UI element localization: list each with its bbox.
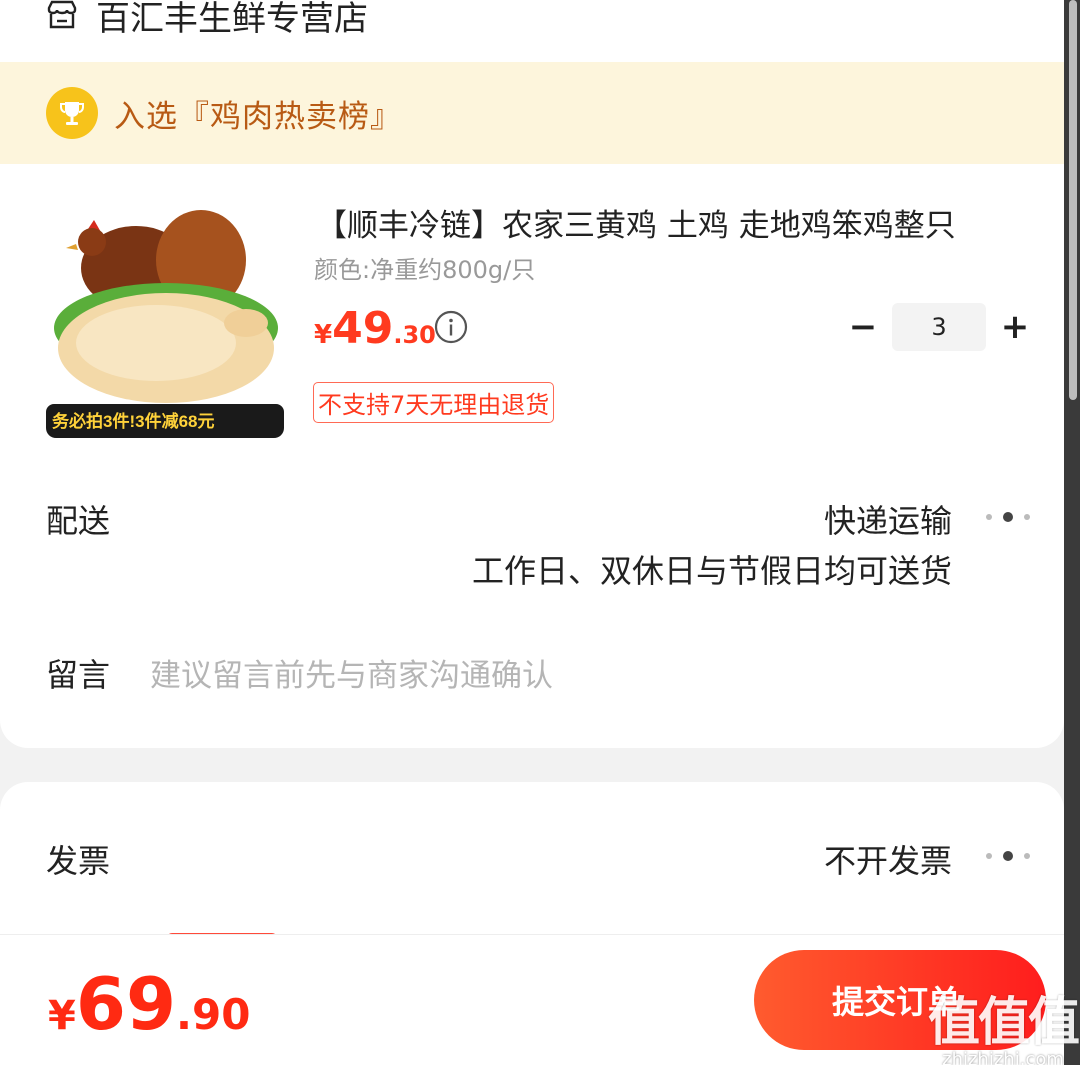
trophy-icon — [46, 87, 98, 139]
total-integer: 69 — [75, 962, 177, 1046]
store-icon — [47, 0, 77, 29]
store-name: 百汇丰生鲜专营店 — [96, 0, 368, 39]
quantity-plus-button[interactable]: + — [998, 307, 1032, 347]
watermark: 值值值 zhizhizhi.com — [928, 980, 1080, 1065]
return-policy-tag: 不支持7天无理由退货 — [313, 382, 555, 423]
quantity-stepper: − 3 + — [846, 302, 1032, 352]
price-currency: ¥ — [314, 320, 333, 350]
more-icon[interactable] — [984, 507, 1030, 527]
total-decimal: .90 — [176, 990, 251, 1039]
product-title[interactable]: 【顺丰冷链】农家三黄鸡 土鸡 走地鸡笨鸡整只 — [316, 200, 1028, 245]
product-price: ¥ 49 .30 — [314, 303, 436, 354]
delivery-note: 工作日、双休日与节假日均可送货 — [471, 552, 952, 590]
info-icon[interactable] — [434, 310, 468, 344]
price-decimal: .30 — [393, 321, 436, 349]
banner-text: 入选『鸡肉热卖榜』 — [114, 98, 402, 135]
more-icon[interactable] — [984, 846, 1030, 866]
scrollbar[interactable] — [1064, 0, 1080, 1065]
product-image[interactable]: 务必拍3件!3件减68元 — [46, 198, 284, 438]
order-total: ¥ 69 .90 — [48, 968, 250, 1040]
ranking-banner[interactable]: 入选『鸡肉热卖榜』 — [0, 62, 1064, 164]
invoice-label: 发票 — [46, 842, 111, 880]
image-promo-text: 务必拍3件!3件减68元 — [52, 411, 214, 431]
product-spec[interactable]: 颜色:净重约800g/只 — [314, 250, 535, 285]
watermark-logo: 值值值 — [928, 993, 1080, 1053]
delivery-method[interactable]: 快递运输 — [824, 496, 952, 542]
total-currency: ¥ — [48, 993, 76, 1039]
quantity-value[interactable]: 3 — [892, 303, 986, 351]
remark-input[interactable]: 建议留言前先与商家沟通确认 — [150, 650, 553, 695]
delivery-label: 配送 — [46, 502, 111, 540]
quantity-minus-button[interactable]: − — [846, 307, 880, 347]
price-integer: 49 — [332, 303, 394, 354]
remark-label: 留言 — [46, 656, 111, 694]
store-header[interactable]: 百汇丰生鲜专营店 — [46, 0, 368, 40]
invoice-value[interactable]: 不开发票 — [824, 836, 952, 882]
